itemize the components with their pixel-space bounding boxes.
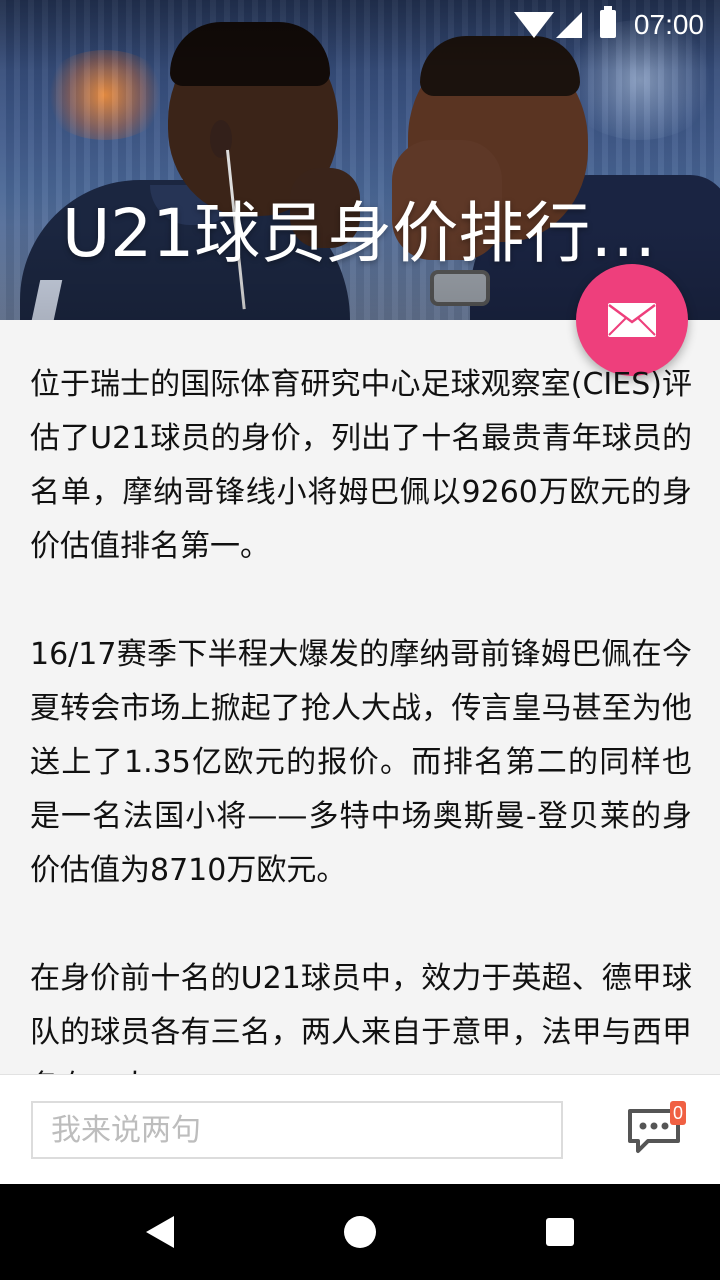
article-paragraph: 16/17赛季下半程大爆发的摩纳哥前锋姆巴佩在今夏转会市场上掀起了抢人大战，传言…	[30, 637, 692, 888]
recents-icon[interactable]	[546, 1218, 574, 1246]
article-body: 位于瑞士的国际体育研究中心足球观察室(CIES)评估了U21球员的身价，列出了十…	[30, 358, 692, 1168]
signal-icon	[556, 12, 582, 38]
comment-input[interactable]	[31, 1101, 563, 1159]
comment-count-badge: 0	[670, 1101, 687, 1125]
status-bar: 07:00	[0, 0, 720, 50]
status-time: 07:00	[633, 9, 704, 40]
mail-icon	[608, 303, 656, 337]
comment-bar: 0	[0, 1074, 720, 1184]
home-icon[interactable]	[344, 1216, 376, 1248]
wifi-icon	[514, 12, 554, 38]
battery-icon	[600, 6, 616, 38]
article-paragraph: 位于瑞士的国际体育研究中心足球观察室(CIES)评估了U21球员的身价，列出了十…	[30, 367, 692, 564]
back-icon[interactable]	[146, 1216, 174, 1248]
article-screen: U21球员身价排行… 07:00 位于瑞士的国际体育研究中心足球观察室(CIES…	[0, 0, 720, 1184]
comments-button[interactable]: 0	[626, 1099, 688, 1159]
page-title: U21球员身价排行…	[62, 195, 657, 272]
